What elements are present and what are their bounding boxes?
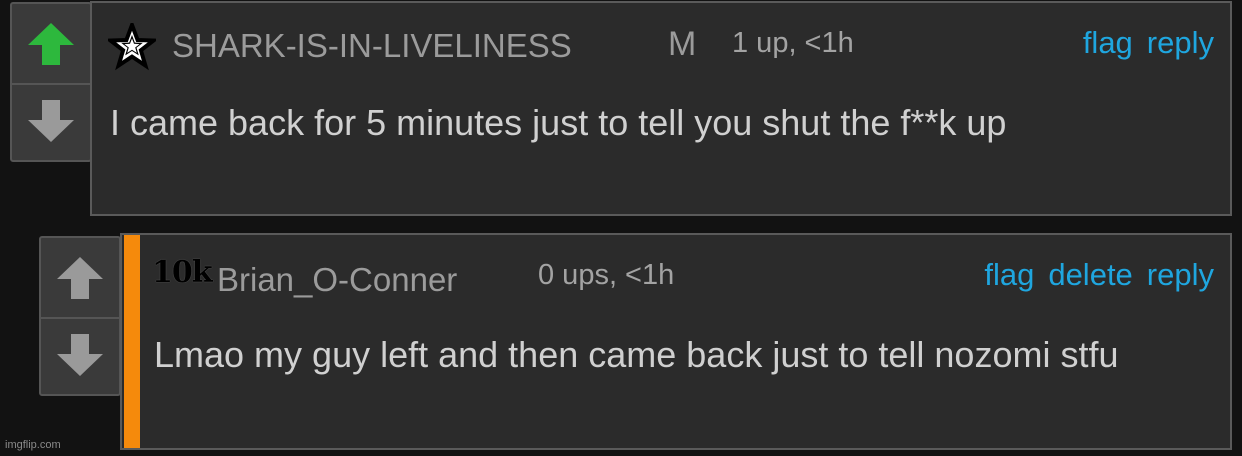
comment-header: SHARK-IS-IN-LIVELINESS M 1 up, <1h flag … [92, 3, 1230, 83]
comment-text: Lmao my guy left and then came back just… [154, 334, 1119, 375]
arrow-down-icon [57, 333, 103, 376]
downvote-button[interactable] [41, 315, 119, 394]
delete-link[interactable]: delete [1048, 257, 1132, 293]
comment-meta: 1 up, <1h [732, 27, 854, 59]
points-badge: 10k [152, 255, 213, 290]
comment-meta: 0 ups, <1h [538, 259, 675, 291]
arrow-up-icon [57, 256, 103, 299]
comment-reply: 10k Brian_O-Conner 0 ups, <1h flag delet… [120, 233, 1232, 450]
username-link[interactable]: SHARK-IS-IN-LIVELINESS [172, 27, 572, 65]
arrow-down-icon [28, 99, 74, 142]
flag-link[interactable]: flag [984, 257, 1034, 293]
username-link[interactable]: Brian_O-Conner [217, 261, 457, 299]
comment: SHARK-IS-IN-LIVELINESS M 1 up, <1h flag … [90, 1, 1232, 216]
upvote-button[interactable] [12, 4, 90, 83]
upvote-button[interactable] [41, 238, 119, 317]
reply-link[interactable]: reply [1147, 25, 1214, 61]
downvote-button[interactable] [12, 81, 90, 160]
flag-link[interactable]: flag [1083, 25, 1133, 61]
vote-column [39, 236, 121, 396]
comment-actions: flag reply [1083, 25, 1214, 61]
reply-link[interactable]: reply [1147, 257, 1214, 293]
gender-label: M [668, 25, 697, 63]
watermark: imgflip.com [5, 439, 61, 451]
comment-text: I came back for 5 minutes just to tell y… [110, 102, 1007, 143]
vote-column [10, 2, 92, 162]
comment-header: 10k Brian_O-Conner 0 ups, <1h flag delet… [122, 235, 1230, 315]
comment-actions: flag delete reply [984, 257, 1214, 293]
arrow-up-icon [28, 22, 74, 65]
star-outline-icon [108, 23, 156, 71]
